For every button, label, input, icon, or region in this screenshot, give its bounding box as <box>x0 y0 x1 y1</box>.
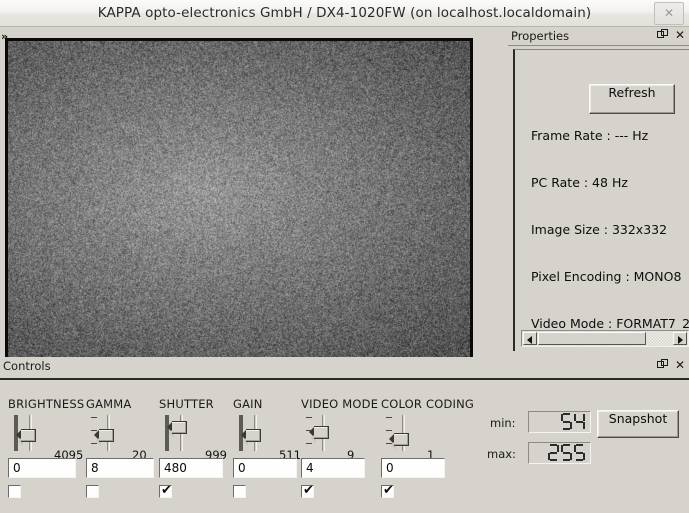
control-auto-checkbox-video-mode[interactable]: ✔ <box>301 483 314 498</box>
max-label: max: <box>487 447 516 461</box>
min-label: min: <box>490 416 516 430</box>
properties-horizontal-scrollbar[interactable] <box>521 330 689 347</box>
slider-handle[interactable] <box>309 426 329 443</box>
slider-handle[interactable] <box>16 429 36 446</box>
control-slider-color-coding[interactable]: 10 <box>381 415 434 479</box>
lcd-digit <box>561 413 572 431</box>
camera-live-image[interactable] <box>8 41 470 369</box>
control-label-gain: GAIN <box>233 397 263 411</box>
application-window: KAPPA opto-electronics GmbH / DX4-1020FW… <box>0 0 689 513</box>
min-readout-digits <box>561 413 585 431</box>
checkmark-icon: ✔ <box>383 483 394 498</box>
float-window-icon <box>657 359 668 368</box>
properties-close-button[interactable]: ✕ <box>674 29 686 43</box>
window-titlebar: KAPPA opto-electronics GmbH / DX4-1020FW… <box>0 0 689 27</box>
slider-handle-body <box>246 429 261 442</box>
control-input-brightness[interactable] <box>8 458 76 478</box>
window-close-button[interactable]: ✕ <box>654 2 684 25</box>
control-label-gamma: GAMMA <box>86 397 132 411</box>
property-video-mode: Video Mode : FORMAT7_2 <box>531 316 689 331</box>
properties-content-frame: Refresh Frame Rate : --- Hz PC Rate : 48… <box>513 49 689 351</box>
property-frame-rate: Frame Rate : --- Hz <box>531 128 649 143</box>
checkmark-icon: ✔ <box>303 483 314 498</box>
control-label-color-coding: COLOR CODING <box>381 397 475 411</box>
refresh-button[interactable]: Refresh <box>589 84 675 114</box>
slider-handle[interactable] <box>167 421 187 438</box>
snapshot-button[interactable]: Snapshot <box>597 410 679 438</box>
control-slider-brightness[interactable]: 40950 <box>8 415 83 479</box>
control-input-color-coding[interactable] <box>381 458 445 478</box>
video-viewport-area: » <box>0 27 508 372</box>
control-slider-video-mode[interactable]: 90 <box>301 415 354 479</box>
property-image-size: Image Size : 332x332 <box>531 222 668 237</box>
properties-float-button[interactable] <box>656 29 668 43</box>
close-icon: ✕ <box>674 28 686 42</box>
slider-handle-body <box>314 426 329 439</box>
scrollbar-thumb[interactable] <box>538 332 646 345</box>
close-icon: ✕ <box>663 6 675 20</box>
window-title: KAPPA opto-electronics GmbH / DX4-1020FW… <box>97 5 592 21</box>
close-icon: ✕ <box>674 358 686 372</box>
control-auto-checkbox-shutter[interactable]: ✔ <box>159 483 172 498</box>
slider-handle-body <box>21 429 36 442</box>
checkmark-icon: ✔ <box>161 483 172 498</box>
controls-panel-titlebar: Controls ✕ <box>0 357 689 376</box>
camera-image-frame[interactable] <box>5 38 473 372</box>
control-input-shutter[interactable] <box>159 458 223 478</box>
controls-content: BRIGHTNESS 40950GAMMA 200 SHUTTER 9990 ✔ GAIN 5… <box>0 378 689 513</box>
lcd-digit <box>561 444 572 462</box>
controls-float-button[interactable] <box>656 359 668 373</box>
max-readout <box>528 442 591 464</box>
control-slider-gamma[interactable]: 200 <box>86 415 147 479</box>
slider-handle-body <box>394 433 409 446</box>
properties-panel: Properties ✕ Refresh Frame Rate : --- Hz… <box>508 27 689 357</box>
slider-handle-body <box>99 429 114 442</box>
control-slider-shutter[interactable]: 9990 <box>159 415 227 479</box>
lcd-digit <box>548 444 559 462</box>
control-input-gain[interactable] <box>233 458 297 478</box>
properties-panel-titlebar: Properties ✕ <box>508 27 689 46</box>
property-pc-rate: PC Rate : 48 Hz <box>531 175 628 190</box>
control-auto-checkbox-gain[interactable] <box>233 485 246 498</box>
control-label-video-mode: VIDEO MODE <box>301 397 379 411</box>
control-auto-checkbox-gamma[interactable] <box>86 485 99 498</box>
lcd-digit <box>574 444 585 462</box>
control-label-brightness: BRIGHTNESS <box>8 397 85 411</box>
slider-handle[interactable] <box>241 429 261 446</box>
controls-panel: Controls ✕ BRIGHTNESS 40950GAMMA 200 SHUTTE… <box>0 357 689 513</box>
control-slider-gain[interactable]: 5110 <box>233 415 301 479</box>
controls-close-button[interactable]: ✕ <box>674 359 686 373</box>
property-pixel-encoding: Pixel Encoding : MONO8 <box>531 269 682 284</box>
control-input-video-mode[interactable] <box>301 458 365 478</box>
scroll-left-arrow-icon[interactable] <box>523 332 537 345</box>
min-readout <box>528 411 591 433</box>
lcd-digit <box>574 413 585 431</box>
controls-panel-title: Controls <box>3 359 51 373</box>
properties-panel-title: Properties <box>511 29 570 43</box>
control-input-gamma[interactable] <box>86 458 154 478</box>
float-window-icon <box>657 29 668 38</box>
controls-panel-buttons: ✕ <box>656 358 686 374</box>
scroll-right-arrow-icon[interactable] <box>673 332 687 345</box>
control-auto-checkbox-color-coding[interactable]: ✔ <box>381 483 394 498</box>
control-label-shutter: SHUTTER <box>159 397 214 411</box>
properties-content: Refresh Frame Rate : --- Hz PC Rate : 48… <box>515 50 689 351</box>
properties-panel-buttons: ✕ <box>656 28 686 44</box>
control-auto-checkbox-brightness[interactable] <box>8 485 21 498</box>
slider-handle[interactable] <box>389 433 409 450</box>
max-readout-digits <box>548 444 585 462</box>
slider-handle[interactable] <box>94 429 114 446</box>
slider-handle-body <box>172 421 187 434</box>
